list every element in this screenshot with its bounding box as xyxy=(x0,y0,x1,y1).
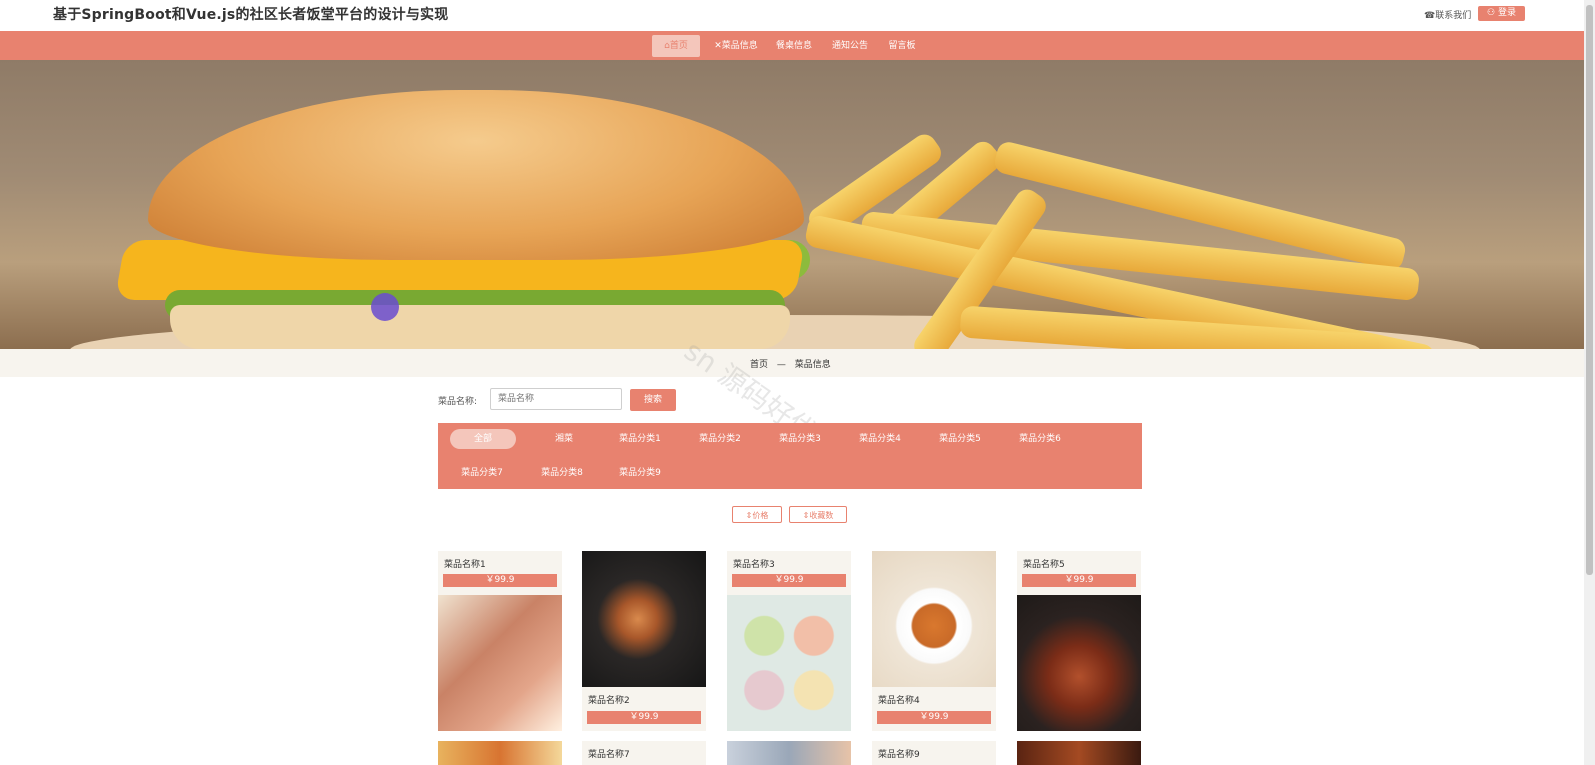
top-bar: 基于SpringBoot和Vue.js的社区长者饭堂平台的设计与实现 ☎联系我们… xyxy=(0,0,1584,31)
sort-price-button[interactable]: ⇕价格 xyxy=(732,506,782,523)
search-input[interactable] xyxy=(490,388,622,410)
category-bar: 全部 湘菜 菜品分类1 菜品分类2 菜品分类3 菜品分类4 菜品分类5 菜品分类… xyxy=(438,423,1142,489)
product-price: ￥99.9 xyxy=(877,711,991,724)
product-card[interactable]: 菜品名称5 ￥99.9 xyxy=(1017,551,1141,731)
product-card[interactable] xyxy=(727,741,851,765)
product-card[interactable] xyxy=(438,741,562,765)
product-card[interactable]: 菜品名称9 xyxy=(872,741,996,765)
banner-bun-top xyxy=(148,90,804,260)
site-title: 基于SpringBoot和Vue.js的社区长者饭堂平台的设计与实现 xyxy=(53,7,449,23)
hero-banner xyxy=(0,60,1584,349)
product-price: ￥99.9 xyxy=(732,574,846,587)
product-name: 菜品名称2 xyxy=(588,696,630,706)
category-item[interactable]: 菜品分类4 xyxy=(850,429,910,449)
category-item[interactable]: 湘菜 xyxy=(534,429,594,449)
product-card[interactable]: 菜品名称2 ￥99.9 xyxy=(582,551,706,731)
product-image xyxy=(1017,741,1141,765)
search-button[interactable]: 搜索 xyxy=(630,389,676,411)
category-item[interactable]: 菜品分类9 xyxy=(610,463,670,483)
category-item[interactable]: 菜品分类8 xyxy=(532,463,592,483)
nav-messages[interactable]: 留言板 xyxy=(884,35,920,57)
product-image xyxy=(438,741,562,765)
product-name: 菜品名称3 xyxy=(733,560,775,570)
product-price: ￥99.9 xyxy=(1022,574,1136,587)
product-image xyxy=(582,551,706,687)
product-image xyxy=(727,741,851,765)
product-name: 菜品名称7 xyxy=(588,750,630,760)
scrollbar-thumb[interactable] xyxy=(1586,5,1593,575)
category-all[interactable]: 全部 xyxy=(450,429,516,449)
nav-notices[interactable]: 通知公告 xyxy=(830,35,870,57)
main-nav: ⌂首页 ✕菜品信息 餐桌信息 通知公告 留言板 xyxy=(0,31,1584,60)
breadcrumb-strip: 首页 — 菜品信息 xyxy=(0,349,1584,377)
product-image xyxy=(1017,595,1141,731)
nav-dishes[interactable]: ✕菜品信息 xyxy=(710,35,762,57)
nav-home[interactable]: ⌂首页 xyxy=(652,35,700,57)
breadcrumb: 首页 — 菜品信息 xyxy=(750,357,831,370)
product-card[interactable]: 菜品名称3 ￥99.9 xyxy=(727,551,851,731)
category-item[interactable]: 菜品分类6 xyxy=(1010,429,1070,449)
breadcrumb-separator: — xyxy=(776,360,786,370)
nav-tables[interactable]: 餐桌信息 xyxy=(774,35,814,57)
cursor-highlight-icon xyxy=(371,293,399,321)
breadcrumb-current: 菜品信息 xyxy=(794,360,831,370)
category-item[interactable]: 菜品分类7 xyxy=(452,463,512,483)
category-item[interactable]: 菜品分类2 xyxy=(690,429,750,449)
contact-link[interactable]: ☎联系我们 xyxy=(1424,8,1471,21)
product-image xyxy=(438,595,562,731)
search-label: 菜品名称: xyxy=(438,397,478,407)
product-price: ￥99.9 xyxy=(587,711,701,724)
product-name: 菜品名称9 xyxy=(878,750,920,760)
category-item[interactable]: 菜品分类1 xyxy=(610,429,670,449)
category-item[interactable]: 菜品分类5 xyxy=(930,429,990,449)
product-name: 菜品名称1 xyxy=(444,560,486,570)
product-name: 菜品名称5 xyxy=(1023,560,1065,570)
product-image xyxy=(727,595,851,731)
page-scrollbar[interactable] xyxy=(1584,0,1595,765)
product-card[interactable]: 菜品名称7 xyxy=(582,741,706,765)
sort-favorites-button[interactable]: ⇕收藏数 xyxy=(789,506,847,523)
product-card[interactable] xyxy=(1017,741,1141,765)
product-card[interactable]: 菜品名称1 ￥99.9 xyxy=(438,551,562,731)
product-name: 菜品名称4 xyxy=(878,696,920,706)
category-item[interactable]: 菜品分类3 xyxy=(770,429,830,449)
login-button[interactable]: ⚇ 登录 xyxy=(1478,6,1525,21)
product-image xyxy=(872,551,996,687)
product-card[interactable]: 菜品名称4 ￥99.9 xyxy=(872,551,996,731)
product-price: ￥99.9 xyxy=(443,574,557,587)
